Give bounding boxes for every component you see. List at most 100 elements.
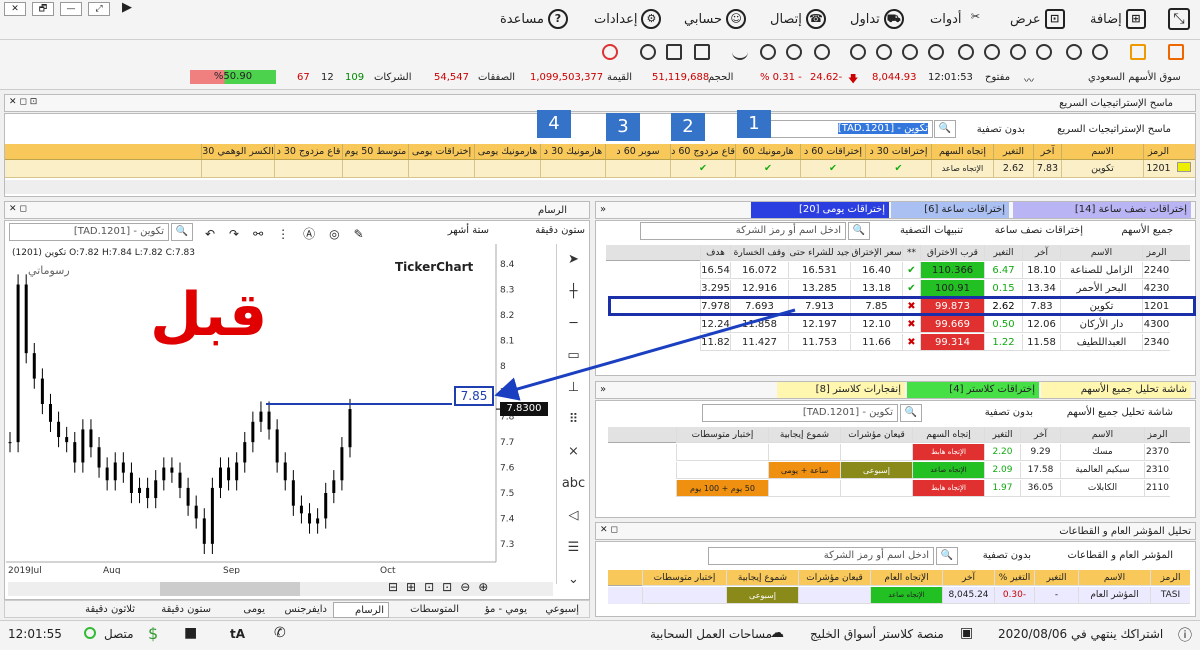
table-row[interactable]: 2370 مسك 9.29 2.20 الإتجاه هابط	[608, 444, 1190, 461]
chart-tab[interactable]: يومى	[217, 602, 269, 618]
scans-col-header[interactable]: الاسم	[1060, 245, 1142, 261]
panel-controls[interactable]: ✕ ◻ ⊡	[9, 97, 37, 107]
window-icon[interactable]	[1168, 44, 1184, 60]
strategy-col-header[interactable]: التغير	[993, 144, 1033, 159]
filter-alerts-button[interactable]: تنبيهات التصفية	[900, 225, 963, 236]
strategy-col-header[interactable]: هارمونيك يومى	[474, 144, 540, 159]
index-col-header[interactable]: قيعان مؤشرات	[798, 570, 870, 586]
menu-view[interactable]: ⊡ عرض	[1010, 6, 1065, 32]
table-row[interactable]: 2240 الزامل للصناعة 18.10 6.47 110.366 ✔ 16.40…	[606, 262, 1190, 279]
menu-connection[interactable]: ☎ إتصال	[770, 6, 826, 32]
scans-col-header[interactable]: جيد للشراء حتى	[788, 245, 850, 261]
strategy-col-header[interactable]: متوسط 50 يوم	[342, 144, 408, 159]
chart-icon[interactable]	[1010, 44, 1026, 60]
scans-search-icon[interactable]: 🔍	[848, 222, 870, 240]
chart-search-input[interactable]: [TAD.1201] - تكوين	[9, 223, 169, 241]
search-icon[interactable]: 🔍	[934, 120, 956, 138]
chart-search-icon[interactable]: 🔍	[171, 223, 193, 241]
menu-settings[interactable]: ⚙ إعدادات	[594, 6, 662, 32]
calendar-icon[interactable]	[902, 44, 918, 60]
zoom-controls[interactable]: ⊟⊞⊡⊡⊖⊕	[388, 580, 496, 594]
chart-tab[interactable]: الرسام	[333, 602, 389, 618]
dollar-icon[interactable]: $	[148, 624, 158, 643]
drop-icon[interactable]	[958, 44, 974, 60]
tab-daily-breakouts[interactable]: إختراقات يومى [20]	[751, 202, 889, 218]
drawing-toolbar[interactable]: ➤ ┼ ─ ▭ ⊥ ⠿ ⨯ abc ◁ ☰ ⌄	[556, 244, 590, 587]
strategy-tab[interactable]: ماسح الإستراتيجيات السريع	[1057, 124, 1171, 135]
analysis-filter[interactable]: بدون تصفية	[985, 407, 1033, 418]
menu-trading[interactable]: ⛟ تداول	[850, 6, 904, 32]
strategy-col-header[interactable]: الكسر الوهمي 30	[201, 144, 274, 159]
range-selector[interactable]: ستة أشهر	[448, 225, 489, 236]
scanner-icon[interactable]	[850, 44, 866, 60]
index-col-header[interactable]: التغير %	[994, 570, 1034, 586]
search-stock-icon[interactable]	[814, 44, 830, 60]
index-search-icon[interactable]: 🔍	[936, 547, 958, 565]
panel-controls[interactable]: ✕ ◻	[9, 204, 27, 214]
index-col-header[interactable]: شموع إيجابية	[726, 570, 798, 586]
chart-scrollbar[interactable]: ⊟⊞⊡⊡⊖⊕	[8, 580, 553, 596]
strategy-col-header[interactable]: هارمونيك 60	[735, 144, 800, 159]
analysis-col-header[interactable]: التغير	[984, 427, 1020, 443]
minimize-window-button[interactable]: —	[60, 2, 82, 16]
scans-col-header[interactable]: وقف الخسارة	[730, 245, 788, 261]
index-col-header[interactable]: إختبار متوسطات	[642, 570, 726, 586]
scans-search-input[interactable]: ادخل اسم أو رمز الشركة	[640, 222, 846, 240]
index-col-header[interactable]: التغير	[1034, 570, 1078, 586]
video-icon[interactable]: ▶	[116, 1, 138, 16]
index-tab[interactable]: المؤشر العام و القطاعات	[1068, 550, 1173, 561]
list-icon[interactable]	[666, 44, 682, 60]
half-hour-tab[interactable]: إختراقات نصف ساعة	[995, 225, 1083, 236]
strategy-col-header[interactable]: إختراقات 60 د	[800, 144, 865, 159]
index-col-header[interactable]: الاسم	[1078, 570, 1150, 586]
tab-hour-breakouts[interactable]: إختراقات ساعة [6]	[891, 202, 1009, 218]
strategy-grid-row[interactable]: 1201 تكوين 7.83 2.62 الإتجاه صاعد ✔ ✔ ✔ ✔	[5, 160, 1195, 178]
analysis-tab[interactable]: شاشة تحليل جميع الأسهم	[1067, 407, 1173, 418]
table-row[interactable]: 4230 البحر الأحمر 13.34 0.15 100.91 ✔ 13.18 13.…	[606, 280, 1190, 297]
chart-tab[interactable]: دايفرجنس	[271, 602, 331, 618]
strategy-col-header[interactable]: إختراقات يومى	[408, 144, 474, 159]
analysis-icon[interactable]	[760, 44, 776, 60]
chart-tab[interactable]: المتوسطات	[391, 602, 463, 618]
strategy-col-header[interactable]: إختراقات 30 د	[865, 144, 931, 159]
strategy-scrollbar[interactable]	[5, 180, 1195, 194]
chart-tab[interactable]: إسبوعي	[533, 602, 583, 618]
table-row[interactable]: TASI المؤشر العام - -0.30 8,045.24 الإتجاه صا…	[608, 587, 1190, 604]
font-size-icon[interactable]: tA	[230, 627, 245, 641]
phone-icon[interactable]: ✆	[274, 625, 286, 641]
camera-icon[interactable]: ■	[184, 625, 197, 641]
refresh-icon[interactable]	[602, 44, 618, 60]
scans-col-header[interactable]: **	[902, 245, 920, 261]
table-row[interactable]: 2110 الكابلات 36.05 1.97 الإتجاه هابط 50 يوم …	[608, 480, 1190, 497]
analysis-col-header[interactable]: شموع إيجابية	[768, 427, 840, 443]
collapse-icon[interactable]: »	[600, 204, 606, 215]
cloud-workspaces[interactable]: مساحات العمل السحابية	[650, 627, 772, 641]
strategy-col-header[interactable]: الاسم	[1061, 144, 1143, 159]
index-col-header[interactable]: آخر	[942, 570, 994, 586]
interval-selector[interactable]: ستون دقيقة	[535, 225, 585, 236]
strategy-col-header[interactable]: قاع مزدوج 30 د	[274, 144, 342, 159]
menu-tools[interactable]: ✂ أدوات	[930, 6, 986, 32]
cluster-platform[interactable]: منصة كلاستر أسواق الخليج	[810, 627, 944, 641]
tab-all-stocks-analysis[interactable]: شاشة تحليل جميع الأسهم	[1041, 382, 1191, 398]
index-col-header[interactable]: الإتجاه العام	[870, 570, 942, 586]
analysis-col-header[interactable]: الاسم	[1060, 427, 1144, 443]
clock-icon[interactable]	[1092, 44, 1108, 60]
eye-icon[interactable]	[1066, 44, 1082, 60]
all-stocks-tab[interactable]: جميع الأسهم	[1121, 225, 1173, 236]
strategy-col-header[interactable]: آخر	[1033, 144, 1061, 159]
restore-window-button[interactable]: 🗗	[32, 2, 54, 16]
filter-icon[interactable]	[928, 44, 944, 60]
strategy-col-header[interactable]: هارمونيك 30 د	[540, 144, 605, 159]
menu-add[interactable]: ⊞ إضافة	[1090, 6, 1146, 32]
table-row[interactable]: 4300 دار الأركان 12.06 0.50 99.669 ✖ 12.10 12.1…	[606, 316, 1190, 333]
scans-col-header[interactable]: الرمز	[1142, 245, 1170, 261]
analysis-col-header[interactable]: إتجاه السهم	[912, 427, 984, 443]
analysis-col-header[interactable]: إختبار متوسطات	[676, 427, 768, 443]
strategy-col-header[interactable]: الرمز	[1143, 144, 1173, 159]
menu-account[interactable]: ☺ حسابي	[684, 6, 747, 32]
fullscreen-button[interactable]: ⤢	[88, 2, 110, 16]
portfolio-icon[interactable]	[694, 44, 710, 60]
settings-icon[interactable]	[1036, 44, 1052, 60]
analysis-col-header[interactable]: آخر	[1020, 427, 1060, 443]
